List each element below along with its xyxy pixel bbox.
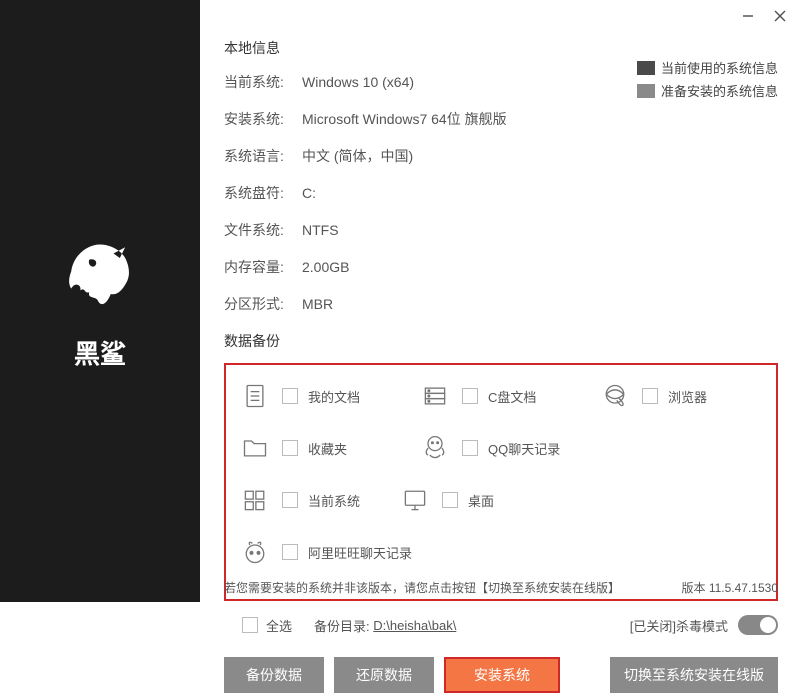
checkbox-browser[interactable] <box>642 388 658 404</box>
backup-item-qq[interactable]: QQ聊天记录 <box>420 433 620 463</box>
aliww-icon <box>240 537 270 567</box>
install-button[interactable]: 安装系统 <box>444 657 560 693</box>
options-row: 全选 备份目录: D:\heisha\bak\ [已关闭]杀毒模式 <box>224 615 778 635</box>
sidebar: 黑鲨 <box>0 0 200 602</box>
checkbox-qq[interactable] <box>462 440 478 456</box>
backup-item-cursys[interactable]: 当前系统 <box>240 485 400 515</box>
browser-icon <box>600 381 630 411</box>
brand-name: 黑鲨 <box>55 334 145 371</box>
legend-current: 当前使用的系统信息 <box>637 58 778 77</box>
value-memory: 2.00GB <box>302 259 349 275</box>
value-partition: MBR <box>302 296 333 312</box>
legend-prepare: 准备安装的系统信息 <box>637 81 778 100</box>
info-grid: 当前系统:Windows 10 (x64) 安装系统:Microsoft Win… <box>224 72 778 314</box>
main-panel: 本地信息 当前使用的系统信息 准备安装的系统信息 当前系统:Windows 10… <box>200 0 802 602</box>
footer-text: 若您需要安装的系统并非该版本，请您点击按钮【切换至系统安装在线版】 <box>224 579 620 596</box>
minimize-button[interactable] <box>738 8 758 24</box>
disk-icon <box>420 381 450 411</box>
legend: 当前使用的系统信息 准备安装的系统信息 <box>637 58 778 104</box>
av-mode-toggle[interactable] <box>738 615 778 635</box>
backup-item-docs[interactable]: 我的文档 <box>240 381 420 411</box>
backup-box: 我的文档 C盘文档 浏览器 收藏夹 QQ聊天记录 <box>224 363 778 601</box>
backup-item-fav[interactable]: 收藏夹 <box>240 433 420 463</box>
value-filesystem: NTFS <box>302 222 339 238</box>
backup-item-desktop[interactable]: 桌面 <box>400 485 580 515</box>
switch-online-button[interactable]: 切换至系统安装在线版 <box>610 657 778 693</box>
local-info-title: 本地信息 <box>224 38 778 58</box>
checkbox-aliww[interactable] <box>282 544 298 560</box>
label-memory: 内存容量: <box>224 257 302 277</box>
version-label: 版本 11.5.47.1530 <box>681 579 778 596</box>
av-mode: [已关闭]杀毒模式 <box>630 615 778 635</box>
value-drive: C: <box>302 185 316 201</box>
shark-icon <box>55 231 145 321</box>
backup-dir-label: 备份目录: <box>314 616 370 635</box>
checkbox-fav[interactable] <box>282 440 298 456</box>
label-partition: 分区形式: <box>224 294 302 314</box>
restore-button[interactable]: 还原数据 <box>334 657 434 693</box>
value-install-system: Microsoft Windows7 64位 旗舰版 <box>302 109 507 129</box>
checkbox-desktop[interactable] <box>442 492 458 508</box>
backup-item-browser[interactable]: 浏览器 <box>600 381 760 411</box>
label-install-system: 安装系统: <box>224 109 302 129</box>
backup-item-cdocs[interactable]: C盘文档 <box>420 381 600 411</box>
backup-title: 数据备份 <box>224 331 778 351</box>
qq-icon <box>420 433 450 463</box>
footer: 若您需要安装的系统并非该版本，请您点击按钮【切换至系统安装在线版】 版本 11.… <box>224 579 778 596</box>
label-current-system: 当前系统: <box>224 72 302 92</box>
window-controls <box>738 8 790 24</box>
backup-dir-link[interactable]: D:\heisha\bak\ <box>373 618 456 633</box>
monitor-icon <box>400 485 430 515</box>
windows-icon <box>240 485 270 515</box>
av-mode-label: [已关闭]杀毒模式 <box>630 616 728 635</box>
folder-icon <box>240 433 270 463</box>
brand-logo: 黑鲨 <box>55 231 145 371</box>
select-all-label: 全选 <box>266 616 292 635</box>
label-filesystem: 文件系统: <box>224 220 302 240</box>
checkbox-cdocs[interactable] <box>462 388 478 404</box>
footer-link[interactable]: 切换至系统安装在线版 <box>488 581 608 595</box>
document-icon <box>240 381 270 411</box>
backup-grid: 我的文档 C盘文档 浏览器 收藏夹 QQ聊天记录 <box>240 381 762 589</box>
legend-swatch-gray <box>637 84 655 98</box>
close-button[interactable] <box>770 8 790 24</box>
checkbox-select-all[interactable] <box>242 617 258 633</box>
label-language: 系统语言: <box>224 146 302 166</box>
button-row: 备份数据 还原数据 安装系统 切换至系统安装在线版 <box>224 657 778 693</box>
checkbox-docs[interactable] <box>282 388 298 404</box>
backup-item-aliww[interactable]: 阿里旺旺聊天记录 <box>240 537 440 567</box>
label-drive: 系统盘符: <box>224 183 302 203</box>
value-current-system: Windows 10 (x64) <box>302 74 414 90</box>
checkbox-cursys[interactable] <box>282 492 298 508</box>
value-language: 中文 (简体，中国) <box>302 146 413 166</box>
backup-button[interactable]: 备份数据 <box>224 657 324 693</box>
legend-swatch-dark <box>637 61 655 75</box>
